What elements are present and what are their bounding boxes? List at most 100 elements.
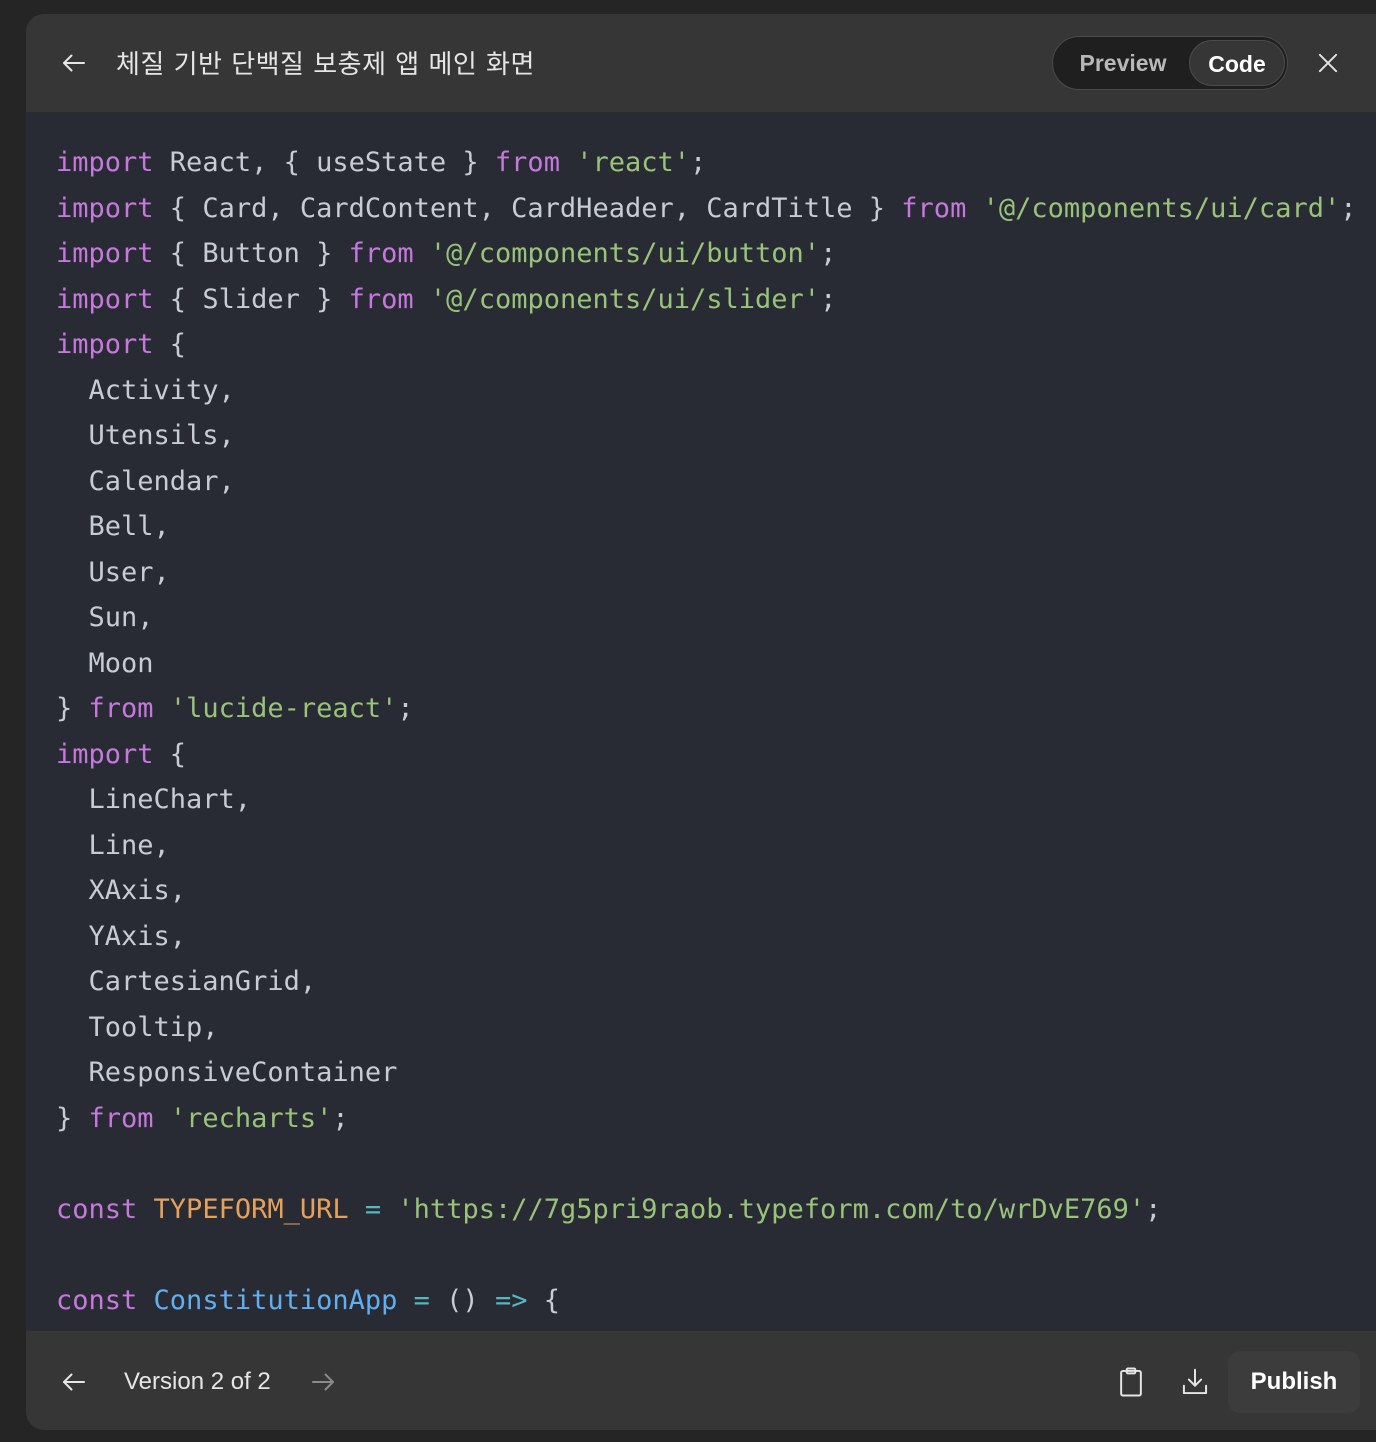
code-text: { Button } [153,238,349,269]
code-text: } [56,693,89,724]
code-text: React, { useState } [153,147,495,178]
code-text: YAxis, [56,920,187,952]
code-line: } from 'recharts'; [56,1096,1356,1142]
code-line: import { [56,732,1356,778]
code-keyword: import [56,238,154,269]
code-text: Bell, [56,511,170,542]
code-string: 'lucide-react' [169,693,398,724]
code-line: const TYPEFORM_URL = 'https://7g5pri9rao… [56,1187,1356,1233]
code-line: Sun, [56,595,1356,641]
code-keyword: from [348,283,414,315]
code-string: '@/components/ui/button' [429,238,821,269]
artifact-panel: 체질 기반 단백질 보충제 앱 메인 화면 Preview Code impor… [26,14,1376,1430]
code-text: () [429,1284,495,1316]
code-text: Moon [56,647,154,679]
code-text: { Card, CardContent, CardHeader, CardTit… [153,192,902,224]
code-text: { [153,329,187,360]
code-keyword: const [56,1284,138,1316]
code-text: Line, [56,829,170,861]
download-icon [1182,1368,1208,1395]
code-text: { [153,738,187,770]
publish-button[interactable]: Publish [1228,1351,1360,1413]
code-line: Utensils, [56,413,1356,459]
code-text: User, [56,556,170,588]
close-button[interactable] [1308,43,1348,83]
code-keyword: from [88,693,154,724]
code-text: ResponsiveContainer [56,1057,398,1088]
view-toggle: Preview Code [1052,36,1288,90]
code-function: ConstitutionApp [153,1284,398,1316]
code-string: 'react' [576,147,691,178]
tab-code[interactable]: Code [1189,40,1285,86]
code-keyword: import [56,329,154,360]
code-line: YAxis, [56,914,1356,960]
code-line: Activity, [56,368,1356,414]
code-string: '@/components/ui/slider' [429,283,821,315]
code-text: CartesianGrid, [56,966,317,997]
code-operator: => [494,1284,528,1316]
code-text: ; [690,147,707,178]
code-string: 'recharts' [169,1102,333,1134]
code-line: Moon [56,641,1356,687]
code-line: Bell, [56,504,1356,550]
download-button[interactable] [1175,1361,1215,1403]
code-text: { Slider } [153,283,349,315]
arrow-left-icon [63,1373,85,1391]
next-version-button[interactable] [303,1362,343,1402]
code-line: User, [56,550,1356,596]
back-button[interactable] [54,43,94,83]
code-text: } [56,1102,89,1134]
code-text: XAxis, [56,875,187,906]
code-text: LineChart, [56,784,252,815]
code-line: import { Button } from '@/components/ui/… [56,231,1356,277]
code-keyword: from [348,238,414,269]
code-operator: = [413,1284,430,1316]
code-string: 'https://7g5pri9raob.typeform.com/to/wrD… [397,1193,1146,1225]
arrow-left-icon [63,54,85,72]
code-line: Calendar, [56,459,1356,505]
code-keyword: from [901,192,967,224]
code-text: ; [332,1102,349,1134]
code-text: Calendar, [56,465,235,497]
code-line: const ConstitutionApp = () => { [56,1278,1356,1324]
version-label: Version 2 of 2 [124,1368,271,1395]
code-keyword: import [56,738,154,770]
code-constant: TYPEFORM_URL [153,1193,349,1225]
code-keyword: import [56,192,154,224]
code-line: ResponsiveContainer [56,1050,1356,1096]
code-keyword: import [56,283,154,315]
copy-button[interactable] [1111,1361,1151,1403]
code-text: Activity, [56,374,235,406]
tab-preview[interactable]: Preview [1059,40,1187,86]
code-keyword: from [494,147,560,178]
code-line: Line, [56,823,1356,869]
code-line: CartesianGrid, [56,959,1356,1005]
code-operator: = [364,1193,382,1225]
code-text: ; [820,238,837,269]
code-string: '@/components/ui/card' [982,192,1341,224]
code-text: ; [397,693,414,724]
code-text: ; [820,283,837,315]
code-line: import React, { useState } from 'react'; [56,140,1356,186]
previous-version-button[interactable] [54,1362,94,1402]
code-text: ; [1145,1193,1162,1225]
code-text: { [527,1284,560,1316]
close-icon [1318,53,1338,73]
arrow-right-icon [312,1373,334,1391]
code-line: } from 'lucide-react'; [56,686,1356,732]
code-text: Sun, [56,602,154,633]
code-keyword: from [88,1102,154,1134]
code-block[interactable]: import React, { useState } from 'react';… [56,140,1356,1323]
code-text: ; [1340,192,1357,224]
